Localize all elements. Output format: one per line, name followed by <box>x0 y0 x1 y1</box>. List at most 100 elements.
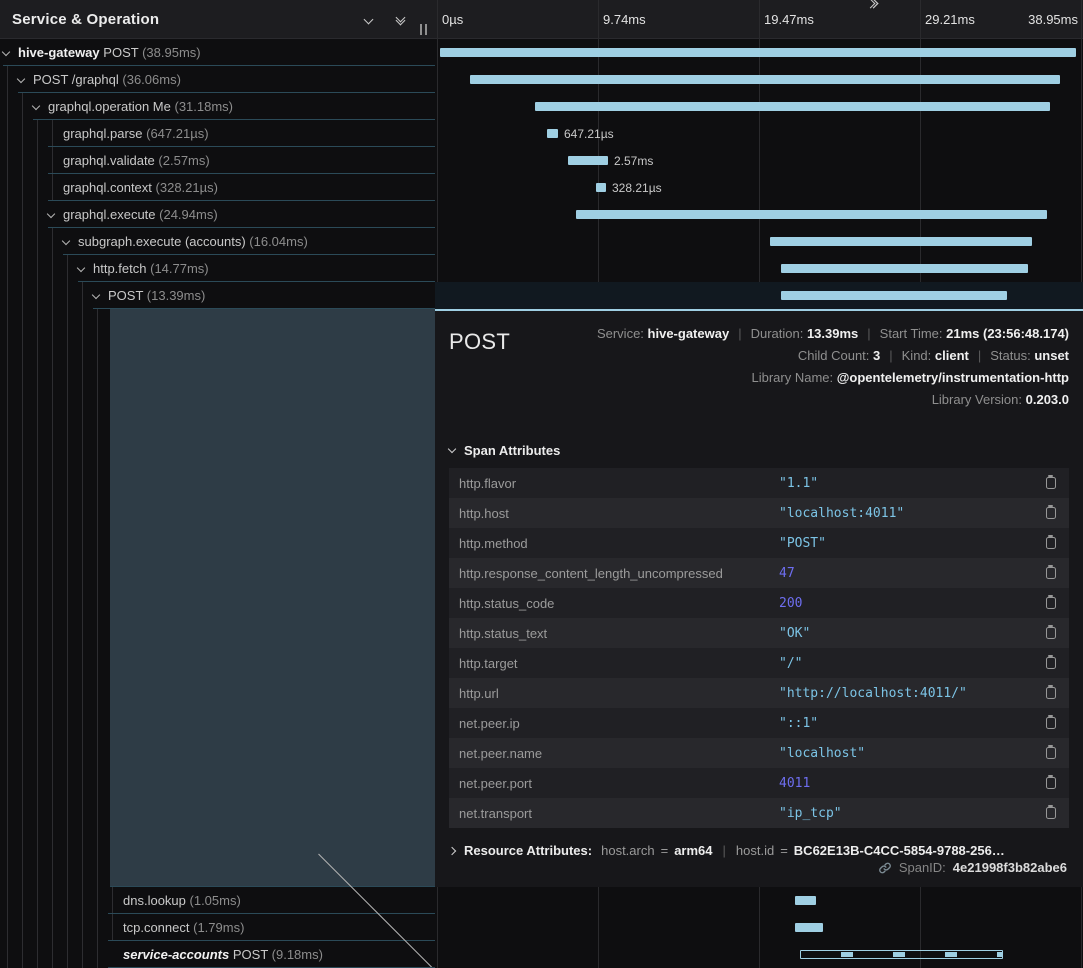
span-name-label: http.fetch (14.77ms) <box>93 261 209 276</box>
indent-guide <box>52 174 53 201</box>
operation-name: POST <box>233 947 268 962</box>
indent-guide <box>97 309 98 887</box>
indent-guide <box>7 147 8 174</box>
indent-guide <box>7 309 8 887</box>
indent-guide <box>52 147 53 174</box>
span-tree-row[interactable]: POST /graphql (36.06ms) <box>0 66 435 93</box>
operation-name: POST <box>108 288 143 303</box>
service-name: hive-gateway <box>18 45 100 60</box>
expander-down-icon[interactable] <box>32 102 40 110</box>
indent-guide <box>37 120 38 147</box>
span-name-label: subgraph.execute (accounts) (16.04ms) <box>78 234 308 249</box>
indent-guide <box>52 255 53 282</box>
indent-guide <box>112 914 113 941</box>
tree-rows: hive-gateway POST (38.95ms) POST /graphql… <box>0 39 435 309</box>
panel-title: Service & Operation <box>12 11 361 28</box>
detail-row-left-fill <box>0 309 435 887</box>
span-tree-row[interactable]: graphql.execute (24.94ms) <box>0 201 435 228</box>
trace-viewer: Service & Operation hive-gateway POST (3… <box>0 0 1083 968</box>
span-name-label: dns.lookup (1.05ms) <box>123 893 241 908</box>
indent-guide <box>7 914 8 941</box>
panel-resize-handle[interactable] <box>420 24 427 35</box>
span-tree-row[interactable]: graphql.operation Me (31.18ms) <box>0 93 435 120</box>
span-duration: (38.95ms) <box>142 45 201 60</box>
span-tree-row[interactable]: POST (13.39ms) <box>0 282 435 309</box>
operation-name: graphql.parse <box>63 126 143 141</box>
span-tree-row[interactable]: graphql.parse (647.21µs) <box>0 120 435 147</box>
operation-name: POST <box>103 45 138 60</box>
indent-guide <box>22 201 23 228</box>
span-name-label: graphql.parse (647.21µs) <box>63 126 209 141</box>
indent-guide <box>37 255 38 282</box>
double-chevron-down-icon[interactable] <box>393 12 407 26</box>
span-name-label: POST /graphql (36.06ms) <box>33 72 181 87</box>
span-duration: (36.06ms) <box>122 72 181 87</box>
expander-down-icon[interactable] <box>2 48 10 56</box>
span-duration: (14.77ms) <box>150 261 209 276</box>
indent-guide <box>52 309 53 887</box>
indent-guide <box>82 282 83 309</box>
chevron-down-icon[interactable] <box>361 12 375 26</box>
operation-name: dns.lookup <box>123 893 186 908</box>
indent-guide <box>52 120 53 147</box>
span-tree-row[interactable]: service-accounts POST (9.18ms) <box>0 941 435 968</box>
expander-down-icon[interactable] <box>62 237 70 245</box>
span-tree-panel: Service & Operation hive-gateway POST (3… <box>0 0 435 968</box>
span-name-label: POST (13.39ms) <box>108 288 205 303</box>
tree-toolbar <box>361 12 407 26</box>
indent-guide <box>22 941 23 968</box>
expander-down-icon[interactable] <box>47 210 55 218</box>
span-name-label: graphql.validate (2.57ms) <box>63 153 210 168</box>
indent-guide <box>52 914 53 941</box>
indent-guide <box>7 174 8 201</box>
operation-name: subgraph.execute (accounts) <box>78 234 246 249</box>
indent-guide <box>52 887 53 914</box>
span-tree-row[interactable]: graphql.context (328.21µs) <box>0 174 435 201</box>
indent-guide <box>37 201 38 228</box>
indent-guide <box>67 887 68 914</box>
span-name-label: tcp.connect (1.79ms) <box>123 920 244 935</box>
indent-guide <box>37 282 38 309</box>
indent-guide <box>22 255 23 282</box>
indent-guide <box>97 887 98 914</box>
span-duration: (24.94ms) <box>159 207 218 222</box>
indent-guide <box>112 887 113 914</box>
span-duration: (31.18ms) <box>174 99 233 114</box>
span-duration: (2.57ms) <box>158 153 209 168</box>
indent-guide <box>97 914 98 941</box>
span-tree-row[interactable]: graphql.validate (2.57ms) <box>0 147 435 174</box>
indent-guide <box>22 309 23 887</box>
double-chevron-right-icon[interactable] <box>435 0 1083 968</box>
indent-guide <box>7 887 8 914</box>
span-duration: (1.05ms) <box>190 893 241 908</box>
indent-guide <box>22 228 23 255</box>
indent-guide <box>37 309 38 887</box>
operation-name: graphql.operation Me <box>48 99 171 114</box>
indent-guide <box>7 941 8 968</box>
expander-down-icon[interactable] <box>77 264 85 272</box>
span-name-label: graphql.operation Me (31.18ms) <box>48 99 233 114</box>
resize-grip-bar <box>425 24 427 35</box>
indent-guide <box>22 887 23 914</box>
indent-guide <box>37 941 38 968</box>
indent-guide <box>22 174 23 201</box>
span-name-label: hive-gateway POST (38.95ms) <box>18 45 201 60</box>
span-tree-row[interactable]: http.fetch (14.77ms) <box>0 255 435 282</box>
tree-panel-header: Service & Operation <box>0 0 435 39</box>
indent-guide <box>37 174 38 201</box>
indent-guide <box>22 147 23 174</box>
indent-guide <box>67 914 68 941</box>
span-duration: (13.39ms) <box>147 288 206 303</box>
expander-down-icon[interactable] <box>17 75 25 83</box>
indent-guide <box>22 282 23 309</box>
expander-down-icon[interactable] <box>92 291 100 299</box>
operation-name: http.fetch <box>93 261 146 276</box>
indent-guide <box>82 941 83 968</box>
indent-guide <box>22 120 23 147</box>
span-tree-row[interactable]: hive-gateway POST (38.95ms) <box>0 39 435 66</box>
indent-guide <box>7 66 8 93</box>
operation-name: graphql.context <box>63 180 152 195</box>
span-tree-row[interactable]: subgraph.execute (accounts) (16.04ms) <box>0 228 435 255</box>
indent-guide <box>22 93 23 120</box>
indent-guide <box>22 914 23 941</box>
